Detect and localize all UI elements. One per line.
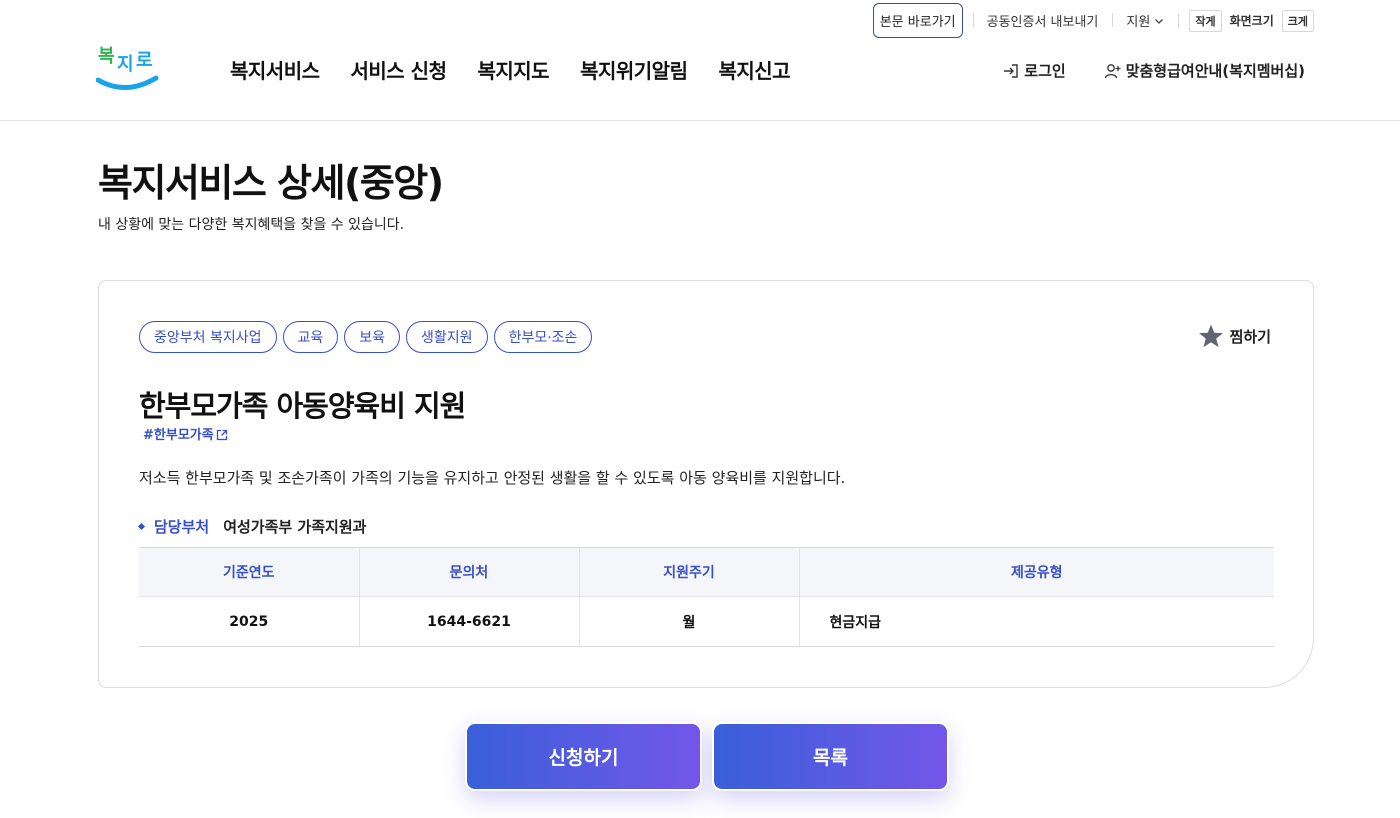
cell-base-year: 2025 [139, 596, 359, 647]
membership-link[interactable]: 맞춤형급여안내(복지멤버십) [1104, 60, 1305, 81]
bookmark-label: 찜하기 [1229, 327, 1271, 346]
department-info: 담당부처 여성가족부 가족지원과 [137, 516, 367, 537]
chevron-down-icon [1155, 18, 1164, 24]
department-label: 담당부처 [154, 518, 210, 536]
login-label: 로그인 [1024, 62, 1066, 80]
skip-to-content-button[interactable]: 본문 바로가기 [872, 3, 963, 38]
support-menu[interactable]: 지원 [1112, 11, 1178, 30]
hashtag-label: #한부모가족 [143, 428, 214, 441]
divider [1178, 13, 1180, 28]
nav-welfare-services[interactable]: 복지서비스 [230, 55, 320, 84]
page-description: 내 상황에 맞는 다양한 복지혜택을 찾을 수 있습니다. [98, 217, 405, 233]
action-buttons: 신청하기 목록 [465, 722, 949, 791]
bullet-icon [137, 522, 146, 531]
membership-label: 맞춤형급여안내(복지멤버십) [1125, 62, 1305, 80]
svg-text:복: 복 [98, 46, 115, 67]
header-support-cycle: 지원주기 [578, 547, 799, 597]
list-button[interactable]: 목록 [712, 722, 949, 791]
font-small-button[interactable]: 작게 [1189, 9, 1222, 32]
category-tags: 중앙부처 복지사업 교육 보육 생활지원 한부모·조손 [139, 321, 593, 353]
bokjiro-logo-icon: 복 지 로 [95, 46, 159, 91]
cert-export-link[interactable]: 공동인증서 내보내기 [972, 11, 1113, 30]
login-icon [1004, 63, 1018, 78]
bookmark-button[interactable]: 찜하기 [1198, 323, 1271, 349]
table-row: 2025 1644-6621 월 현금지급 [139, 596, 1274, 647]
external-link-icon [216, 429, 227, 441]
svg-text:로: 로 [136, 50, 153, 71]
nav-welfare-report[interactable]: 복지신고 [718, 55, 790, 84]
service-info-table: 기준연도 문의처 지원주기 제공유형 2025 1644-6621 월 현금지급 [139, 547, 1274, 647]
utility-bar: 본문 바로가기 공동인증서 내보내기 지원 작게 화면크기 크게 [872, 3, 1314, 38]
font-size-label: 화면크기 [1229, 14, 1274, 28]
table-header-row: 기준연도 문의처 지원주기 제공유형 [139, 547, 1274, 597]
member-menu: 로그인 맞춤형급여안내(복지멤버십) [1002, 60, 1305, 81]
logo[interactable]: 복 지 로 [95, 40, 160, 92]
service-detail-card: 중앙부처 복지사업 교육 보육 생활지원 한부모·조손 찜하기 한부모가족 아동… [98, 280, 1314, 688]
apply-button[interactable]: 신청하기 [465, 722, 702, 791]
tag-central-ministry[interactable]: 중앙부처 복지사업 [139, 321, 277, 353]
cell-contact: 1644-6621 [358, 596, 579, 647]
tag-living-support[interactable]: 생활지원 [406, 321, 488, 353]
service-description: 저소득 한부모가족 및 조손가족이 가족의 기능을 유지하고 안정된 생활을 할… [139, 469, 846, 487]
user-add-icon [1104, 63, 1121, 78]
support-label: 지원 [1126, 15, 1151, 30]
tag-education[interactable]: 교육 [282, 321, 339, 353]
font-large-button[interactable]: 크게 [1281, 9, 1314, 32]
star-icon [1198, 324, 1223, 348]
svg-text:지: 지 [117, 54, 134, 75]
nav-service-application[interactable]: 서비스 신청 [351, 55, 447, 84]
header-provision-type: 제공유형 [798, 547, 1274, 597]
service-title: 한부모가족 아동양육비 지원 [139, 389, 466, 423]
cell-support-cycle: 월 [578, 596, 799, 647]
hashtag-link[interactable]: #한부모가족 [143, 427, 228, 441]
nav-welfare-map[interactable]: 복지지도 [477, 55, 549, 84]
login-link[interactable]: 로그인 [1002, 60, 1066, 81]
main-navigation: 복지서비스 서비스 신청 복지지도 복지위기알림 복지신고 [230, 55, 821, 84]
header-contact: 문의처 [358, 547, 579, 597]
tag-childcare[interactable]: 보육 [344, 321, 401, 353]
cell-provision-type: 현금지급 [798, 596, 1274, 647]
header-divider [0, 120, 1400, 121]
nav-crisis-alert[interactable]: 복지위기알림 [580, 55, 688, 84]
tag-single-parent[interactable]: 한부모·조손 [493, 321, 593, 353]
header-base-year: 기준연도 [139, 547, 359, 597]
page-title: 복지서비스 상세(중앙) [98, 161, 444, 205]
department-value: 여성가족부 가족지원과 [223, 518, 367, 536]
cert-export-label: 공동인증서 내보내기 [986, 15, 1099, 30]
